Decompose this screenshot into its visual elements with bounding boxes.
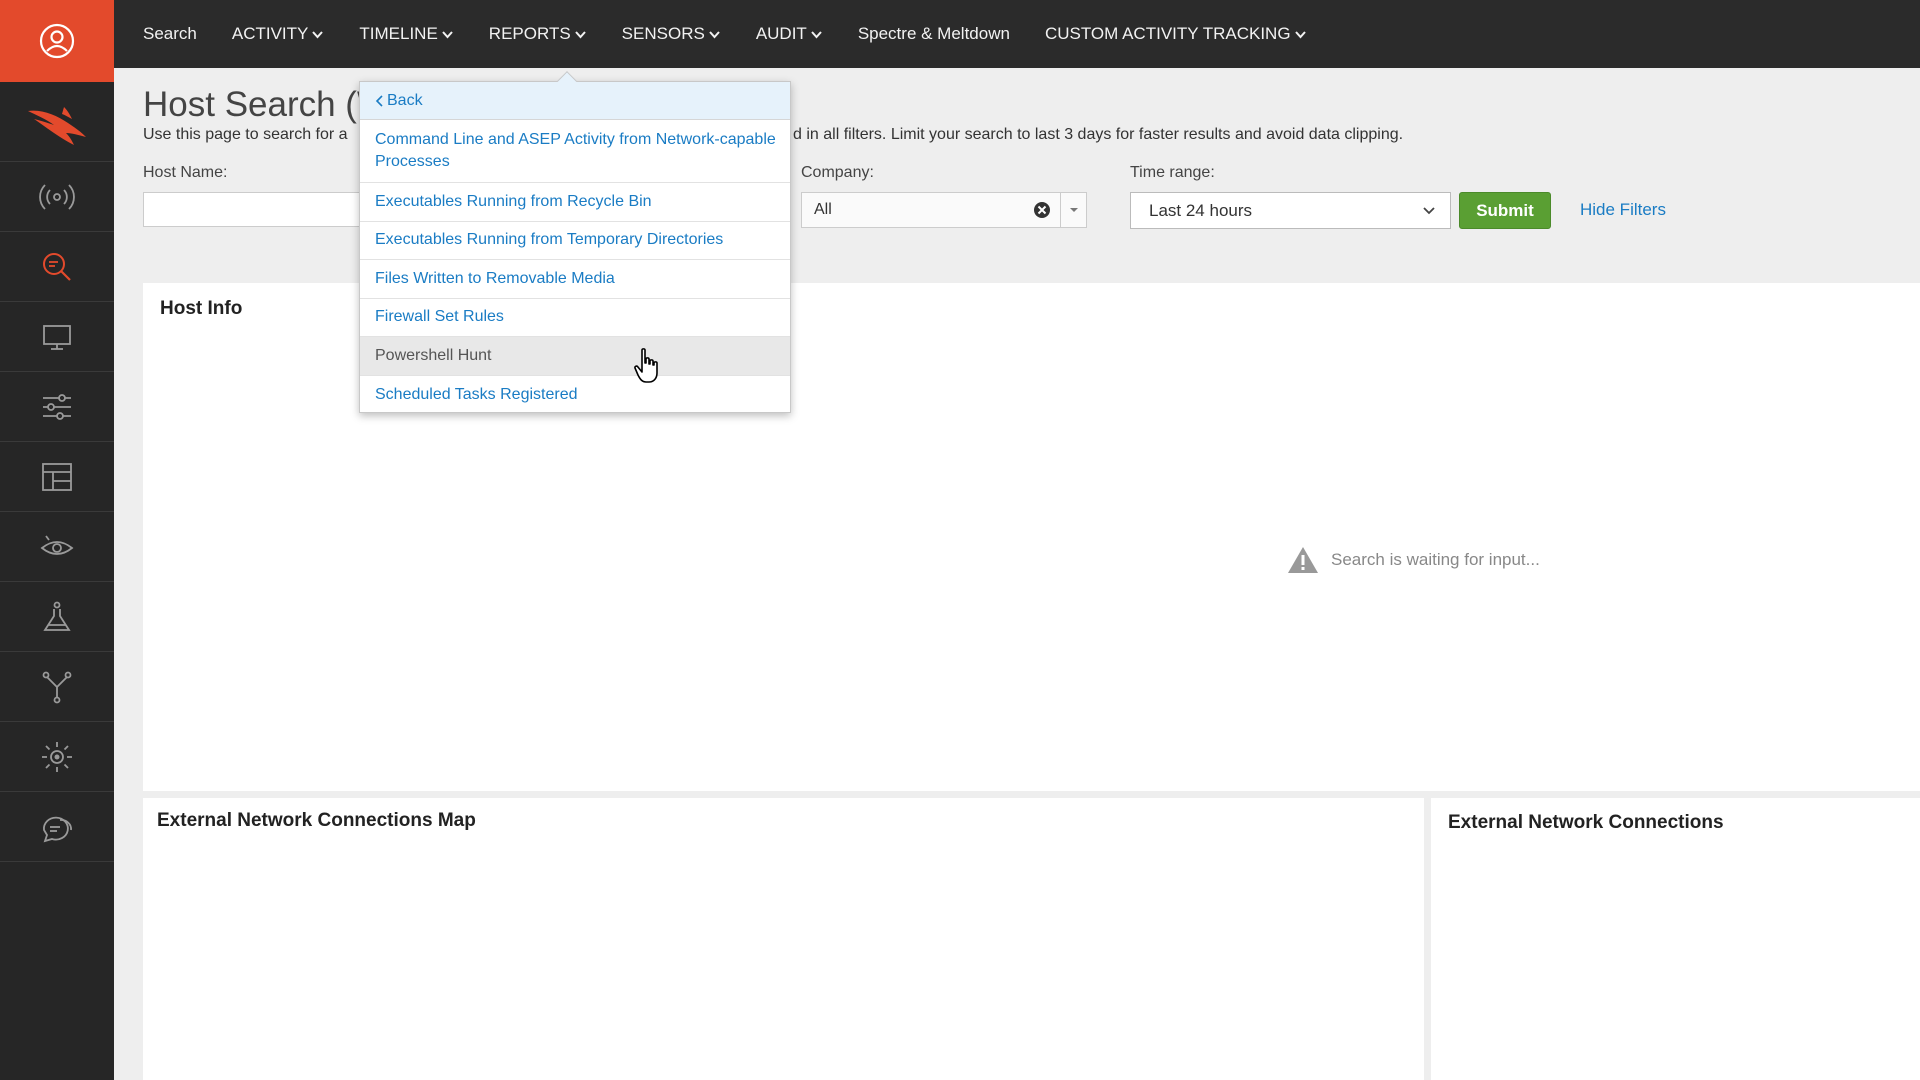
menu-item-firewall-set-rules[interactable]: Firewall Set Rules — [360, 299, 790, 337]
nav-label: AUDIT — [755, 24, 807, 43]
nav-audit[interactable]: AUDIT — [756, 24, 823, 44]
user-menu-button[interactable] — [0, 0, 114, 82]
nav-label: SENSORS — [621, 24, 705, 43]
warning-icon — [1288, 547, 1318, 573]
gear-sun-icon — [42, 741, 72, 772]
company-label: Company: — [801, 164, 874, 181]
nav-label: REPORTS — [488, 24, 571, 43]
top-navigation: Search ACTIVITY TIMELINE REPORTS SENSORS… — [114, 0, 1920, 68]
external-network-connections-map-panel: External Network Connections Map — [143, 798, 1424, 1080]
network-fork-icon — [42, 671, 72, 703]
sidebar-item-support[interactable] — [0, 792, 114, 862]
page-description-right: d in all filters. Limit your search to l… — [793, 126, 1404, 143]
chevron-left-icon — [375, 94, 383, 107]
host-name-label: Host Name: — [143, 164, 228, 181]
chevron-down-icon — [1423, 206, 1435, 214]
sidebar-item-threat-intel[interactable] — [0, 582, 114, 652]
chat-bubbles-icon — [43, 816, 72, 842]
nav-custom-activity-tracking[interactable]: CUSTOM ACTIVITY TRACKING — [1045, 24, 1307, 44]
eye-icon — [40, 534, 74, 555]
menu-item-temp-directories[interactable]: Executables Running from Temporary Direc… — [360, 222, 790, 260]
sliders-icon — [43, 393, 71, 420]
caret-down-icon — [1069, 208, 1078, 212]
menu-item-scheduled-tasks[interactable]: Scheduled Tasks Registered — [360, 376, 790, 415]
company-dropdown-toggle[interactable] — [1060, 193, 1086, 227]
nav-reports[interactable]: REPORTS — [489, 24, 587, 44]
flask-icon — [43, 601, 71, 631]
nav-label: TIMELINE — [359, 24, 438, 43]
menu-item-removable-media[interactable]: Files Written to Removable Media — [360, 260, 790, 299]
falcon-logo-icon — [28, 106, 86, 145]
search-investigate-icon — [43, 252, 71, 281]
clear-icon[interactable] — [1032, 200, 1052, 220]
nav-spectre-meltdown[interactable]: Spectre & Meltdown — [858, 24, 1010, 44]
sidebar-item-hosts[interactable] — [0, 302, 114, 372]
search-waiting-message: Search is waiting for input... — [1287, 545, 1540, 575]
ext-conn-title: External Network Connections — [1448, 812, 1724, 833]
menu-item-label: Executables Running from Recycle Bin — [375, 192, 652, 210]
chevron-down-icon — [574, 30, 586, 38]
menu-item-label: Powershell Hunt — [375, 346, 492, 364]
nav-label: ACTIVITY — [231, 24, 309, 43]
page-title: Host Search (W — [143, 85, 390, 124]
sidebar-item-activity[interactable] — [0, 162, 114, 232]
sidebar-item-configuration[interactable] — [0, 372, 114, 442]
dashboard-icon — [42, 462, 72, 491]
chevron-down-icon — [312, 30, 324, 38]
sidebar-item-workflows[interactable] — [0, 652, 114, 722]
sidebar-item-discover[interactable] — [0, 722, 114, 792]
monitor-icon — [43, 324, 71, 350]
page-description-left: Use this page to search for a — [143, 126, 348, 143]
menu-item-label: Files Written to Removable Media — [375, 269, 615, 287]
menu-item-label: Scheduled Tasks Registered — [375, 385, 578, 403]
sidebar-item-dashboards[interactable] — [0, 442, 114, 512]
nav-label: CUSTOM ACTIVITY TRACKING — [1044, 24, 1291, 43]
host-name-input[interactable] — [143, 192, 393, 227]
nav-timeline[interactable]: TIMELINE — [359, 24, 453, 44]
time-range-select[interactable]: Last 24 hours — [1130, 192, 1451, 229]
company-select[interactable]: All — [801, 192, 1087, 228]
waiting-text: Search is waiting for input... — [1331, 550, 1540, 569]
sidebar-item-investigate[interactable] — [0, 232, 114, 302]
nav-sensors[interactable]: SENSORS — [622, 24, 721, 44]
menu-item-command-line-asep[interactable]: Command Line and ASEP Activity from Netw… — [360, 120, 790, 183]
nav-label: Spectre & Meltdown — [857, 24, 1010, 43]
nav-search[interactable]: Search — [143, 24, 197, 44]
chevron-down-icon — [709, 30, 720, 38]
chevron-down-icon — [1294, 30, 1306, 38]
chevron-down-icon — [811, 30, 822, 38]
time-range-label: Time range: — [1130, 164, 1215, 181]
dropdown-back-button[interactable]: Back — [360, 82, 790, 120]
menu-item-label: Command Line and ASEP Activity from Netw… — [375, 131, 776, 170]
nav-activity[interactable]: ACTIVITY — [232, 24, 325, 44]
menu-item-powershell-hunt[interactable]: Powershell Hunt — [360, 337, 790, 376]
company-value: All — [814, 201, 832, 218]
menu-item-label: Firewall Set Rules — [375, 308, 504, 326]
external-network-connections-panel: External Network Connections — [1431, 798, 1920, 1080]
time-range-value: Last 24 hours — [1149, 200, 1253, 220]
falcon-logo[interactable] — [0, 82, 114, 162]
broadcast-icon — [39, 183, 75, 210]
menu-item-label: Executables Running from Temporary Direc… — [375, 231, 724, 249]
submit-button[interactable]: Submit — [1459, 192, 1551, 229]
reports-dropdown-menu: Back Command Line and ASEP Activity from… — [359, 71, 791, 415]
hide-filters-link[interactable]: Hide Filters — [1580, 200, 1666, 220]
back-label: Back — [387, 91, 423, 109]
ext-map-title: External Network Connections Map — [157, 810, 476, 831]
sidebar — [0, 0, 114, 1080]
sidebar-item-spotlight[interactable] — [0, 512, 114, 582]
menu-item-recycle-bin[interactable]: Executables Running from Recycle Bin — [360, 183, 790, 222]
host-info-title: Host Info — [160, 298, 243, 319]
user-circle-icon — [39, 23, 75, 59]
nav-label: Search — [143, 24, 197, 43]
chevron-down-icon — [442, 30, 453, 38]
